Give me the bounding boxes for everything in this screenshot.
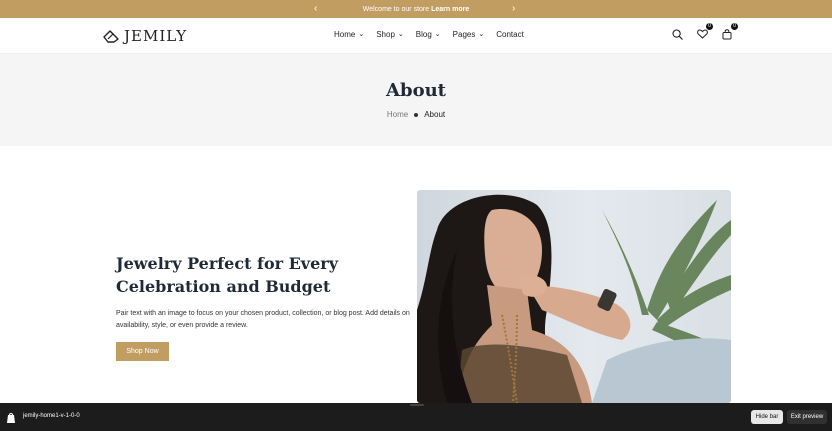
- main-nav: Home ⌄ Shop ⌄ Blog ⌄ Pages ⌄ Contact: [334, 30, 524, 39]
- model-photo: [417, 190, 731, 403]
- page-title: About: [386, 80, 446, 101]
- shop-now-button[interactable]: Shop Now: [116, 342, 169, 361]
- announcement-text: Welcome to our store Learn more: [363, 6, 469, 13]
- chevron-down-icon: ⌄: [478, 30, 485, 38]
- logo[interactable]: JEMILY: [103, 27, 187, 45]
- logo-diamond-icon: [103, 30, 119, 43]
- chevron-down-icon: ⌄: [358, 30, 365, 38]
- chevron-right-icon[interactable]: ›: [512, 2, 515, 16]
- nav-label: Contact: [496, 30, 524, 39]
- shopify-bag-icon: [6, 411, 16, 429]
- site-header: JEMILY Home ⌄ Shop ⌄ Blog ⌄ Pages ⌄ Cont…: [0, 18, 832, 54]
- page-title-band: About Home About: [0, 54, 832, 146]
- nav-item-home[interactable]: Home ⌄: [334, 30, 364, 39]
- header-icons: 0 0: [670, 23, 738, 41]
- nav-item-pages[interactable]: Pages ⌄: [453, 30, 485, 39]
- drag-handle[interactable]: [410, 404, 424, 406]
- chevron-left-icon[interactable]: ‹: [314, 2, 317, 16]
- nav-item-shop[interactable]: Shop ⌄: [376, 30, 404, 39]
- logo-text: JEMILY: [124, 27, 188, 45]
- announcement-bar: ‹ Welcome to our store Learn more ›: [0, 0, 832, 18]
- theme-preview-bar: jemily-home1-v-1-0-0 Hide bar Exit previ…: [0, 403, 832, 431]
- announcement-message: Welcome to our store: [362, 5, 430, 13]
- learn-more-link[interactable]: Learn more: [431, 6, 469, 13]
- nav-label: Blog: [415, 30, 432, 39]
- nav-item-contact[interactable]: Contact: [496, 30, 524, 39]
- theme-name: jemily-home1-v-1-0-0: [23, 413, 80, 419]
- wishlist-count-badge: 0: [706, 23, 713, 30]
- hide-bar-button[interactable]: Hide bar: [751, 410, 783, 424]
- nav-label: Home: [334, 30, 356, 39]
- section-body-text: Pair text with an image to focus on your…: [116, 310, 410, 329]
- breadcrumb-separator: [414, 112, 419, 117]
- cart-bag-icon[interactable]: 0: [720, 23, 738, 41]
- wishlist-heart-icon[interactable]: 0: [695, 23, 713, 41]
- section-heading: Jewelry Perfect for Every Celebration an…: [116, 254, 339, 296]
- nav-item-blog[interactable]: Blog ⌄: [416, 30, 441, 39]
- nav-label: Pages: [452, 30, 476, 39]
- breadcrumb: Home About: [0, 110, 832, 119]
- breadcrumb-home-link[interactable]: Home: [387, 110, 408, 119]
- nav-label: Shop: [376, 30, 395, 39]
- chevron-down-icon: ⌄: [434, 30, 441, 38]
- cart-count-badge: 0: [731, 23, 738, 30]
- breadcrumb-current: About: [424, 110, 446, 119]
- search-icon[interactable]: [670, 27, 684, 41]
- chevron-down-icon: ⌄: [397, 30, 404, 38]
- exit-preview-button[interactable]: Exit preview: [787, 410, 827, 424]
